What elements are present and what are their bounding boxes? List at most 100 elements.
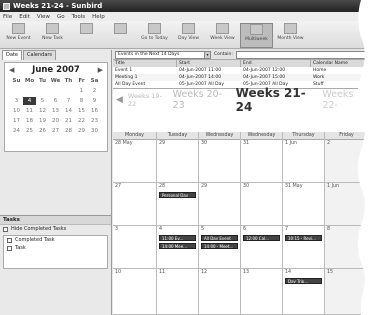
calendar-event[interactable]: 14:00 - Meet... — [201, 243, 238, 249]
day-view-icon — [182, 23, 195, 34]
menu-file[interactable]: File — [3, 14, 12, 20]
task-item[interactable]: Task — [4, 244, 107, 252]
mini-calendar-day[interactable]: 22 — [75, 117, 88, 125]
mini-calendar-day[interactable]: 24 — [10, 127, 23, 135]
menu-help[interactable]: Help — [92, 14, 105, 20]
day-cell[interactable]: 29 — [199, 183, 241, 225]
day-cell[interactable]: 30 — [199, 140, 241, 182]
mini-calendar-day[interactable]: 1 — [75, 87, 88, 95]
hide-completed-checkbox[interactable] — [3, 226, 8, 232]
column-start[interactable]: Start — [177, 60, 241, 67]
calendar-event[interactable]: 14:00 Mee... — [159, 243, 196, 249]
mini-calendar-day[interactable]: 8 — [75, 97, 88, 105]
calendar-event[interactable]: Day Trip... — [285, 278, 322, 284]
next-month-icon[interactable]: ▶ — [98, 66, 103, 74]
day-cell[interactable]: 3 — [113, 226, 157, 268]
column-end[interactable]: End — [241, 60, 311, 67]
mini-calendar-day[interactable]: 5 — [36, 97, 49, 105]
mini-calendar-day[interactable]: 6 — [49, 97, 62, 105]
prev-week-icon[interactable]: ◀ — [116, 95, 123, 105]
mini-calendar-day[interactable]: 12 — [36, 107, 49, 115]
delete-button[interactable] — [104, 23, 137, 48]
mini-calendar-day[interactable]: 2 — [88, 87, 101, 95]
day-cell[interactable]: 13 — [241, 269, 283, 314]
day-view-button[interactable]: Day View — [172, 23, 205, 48]
week-view-button[interactable]: Week View — [206, 23, 239, 48]
day-cell[interactable]: 10 — [113, 269, 157, 314]
go-to-today-button[interactable]: Go to Today — [138, 23, 171, 48]
day-cell[interactable]: 30 — [241, 183, 283, 225]
day-cell[interactable]: 28 Personal Day — [157, 183, 199, 225]
menu-edit[interactable]: Edit — [19, 14, 30, 20]
prev-week-label[interactable]: Weeks 19-22 — [128, 92, 168, 108]
day-cell[interactable]: 4 11:00 Ev... 14:00 Mee... — [157, 226, 199, 268]
day-cell[interactable]: 14 Day Trip... — [283, 269, 325, 314]
mini-calendar-day[interactable]: 20 — [49, 117, 62, 125]
day-cell[interactable]: 6 12:00 Cal... — [241, 226, 283, 268]
mini-calendar-day[interactable]: 13 — [49, 107, 62, 115]
mini-calendar-day[interactable]: 16 — [88, 107, 101, 115]
month-view-button[interactable]: Month View — [274, 23, 307, 48]
mini-calendar-day[interactable]: 4 — [23, 97, 36, 105]
task-checkbox[interactable] — [7, 237, 12, 243]
tasks-panel: Tasks Hide Completed Tasks Completed Tas… — [0, 215, 111, 275]
menu-tools[interactable]: Tools — [72, 14, 86, 20]
day-headers: Monday Tuesday Wednesday Wednesday Thursday F… — [113, 132, 369, 140]
day-cell[interactable]: 7 10:15 - Revi... — [283, 226, 325, 268]
day-cell[interactable]: 31 May — [283, 183, 325, 225]
day-cell[interactable]: 12 — [199, 269, 241, 314]
day-cell[interactable]: 11 — [157, 269, 199, 314]
mini-calendar-day[interactable]: 7 — [62, 97, 75, 105]
mini-calendar-day[interactable]: 10 — [10, 107, 23, 115]
edit-button[interactable] — [70, 23, 103, 48]
tab-date[interactable]: Date — [2, 50, 22, 60]
calendar-event[interactable]: 10:15 - Revi... — [285, 235, 322, 241]
mini-calendar-dow: Tu — [38, 78, 47, 84]
mini-calendar-day[interactable]: 30 — [88, 127, 101, 135]
day-cell[interactable]: 29 — [157, 140, 199, 182]
mini-calendar-day[interactable]: 21 — [62, 117, 75, 125]
multiweek-button[interactable]: Multiweek — [240, 23, 273, 48]
prev-month-icon[interactable]: ◀ — [9, 66, 14, 74]
table-row[interactable]: Meeting 1 04-Jun-2007 14:00 04-Jun-2007 … — [113, 74, 369, 81]
search-input[interactable] — [235, 50, 366, 59]
menu-view[interactable]: View — [37, 14, 50, 20]
calendar-event[interactable]: 11:00 Ev... — [159, 235, 196, 241]
mini-calendar-day[interactable]: 28 — [62, 127, 75, 135]
day-number: 7 — [285, 227, 289, 232]
day-header: Wednesday — [241, 132, 283, 140]
new-event-button[interactable]: New Event — [2, 23, 35, 48]
day-cell[interactable]: 31 — [241, 140, 283, 182]
mini-calendar-day[interactable]: 15 — [75, 107, 88, 115]
mini-calendar-day[interactable]: 17 — [10, 117, 23, 125]
task-checkbox[interactable] — [7, 245, 12, 251]
day-cell[interactable]: 27 — [113, 183, 157, 225]
mini-calendar-day[interactable]: 9 — [88, 97, 101, 105]
new-task-button[interactable]: New Task — [36, 23, 69, 48]
event-filter-select[interactable]: Events in the Next 14 Days ▾ — [115, 50, 211, 59]
table-row[interactable]: Event 1 04-Jun-2007 11:00 04-Jun-2007 12… — [113, 67, 369, 74]
day-cell[interactable]: 1 Jun — [283, 140, 325, 182]
near-week-label[interactable]: Weeks 20-23 — [173, 89, 231, 111]
column-title[interactable]: Title — [113, 60, 177, 67]
mini-calendar-day[interactable]: 26 — [36, 127, 49, 135]
day-cell[interactable]: 28 May — [113, 140, 157, 182]
tab-calendars[interactable]: Calendars — [22, 50, 57, 60]
mini-calendar-day[interactable]: 19 — [36, 117, 49, 125]
task-item[interactable]: Completed Task — [4, 236, 107, 244]
mini-calendar-day[interactable]: 23 — [88, 117, 101, 125]
mini-calendar-day[interactable]: 3 — [10, 97, 23, 105]
calendar-event[interactable]: 12:00 Cal... — [243, 235, 280, 241]
day-cell[interactable]: 5 All Day Event 14:00 - Meet... — [199, 226, 241, 268]
mini-calendar-day[interactable]: 14 — [62, 107, 75, 115]
calendar-event[interactable]: Personal Day — [159, 192, 196, 198]
mini-calendar-day[interactable]: 11 — [23, 107, 36, 115]
mini-calendar-day[interactable]: 29 — [75, 127, 88, 135]
mini-calendar-day[interactable]: 25 — [23, 127, 36, 135]
mini-calendar-day[interactable]: 18 — [23, 117, 36, 125]
chevron-down-icon: ▾ — [204, 51, 210, 58]
menu-go[interactable]: Go — [57, 14, 65, 20]
mini-calendar-day[interactable]: 27 — [49, 127, 62, 135]
hide-completed-row[interactable]: Hide Completed Tasks — [0, 225, 111, 233]
calendar-event[interactable]: All Day Event — [201, 235, 238, 241]
